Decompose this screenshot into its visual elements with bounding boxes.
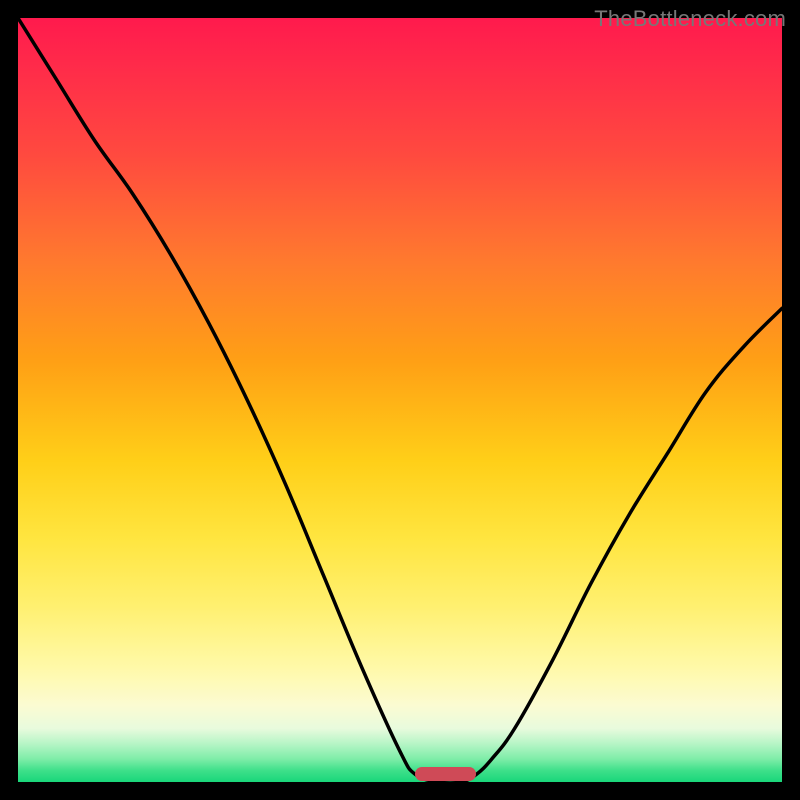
chart-frame: TheBottleneck.com: [0, 0, 800, 800]
plot-area: [18, 18, 782, 782]
watermark-text: TheBottleneck.com: [594, 6, 786, 32]
bottleneck-curve: [18, 18, 782, 782]
optimal-marker: [415, 767, 476, 781]
